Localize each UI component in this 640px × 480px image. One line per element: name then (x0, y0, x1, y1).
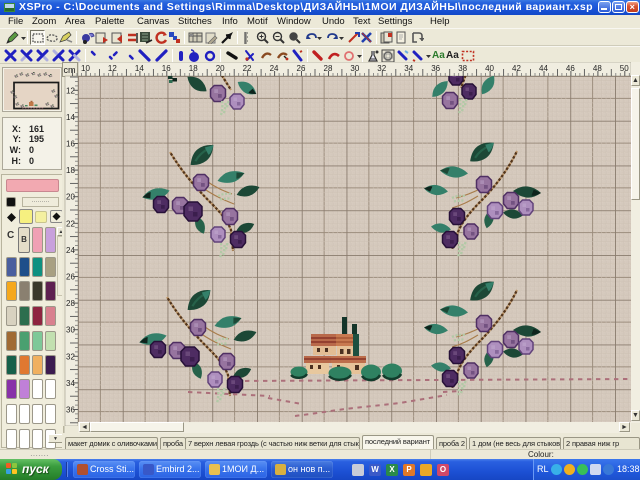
svg-text:cm: cm (64, 65, 76, 75)
